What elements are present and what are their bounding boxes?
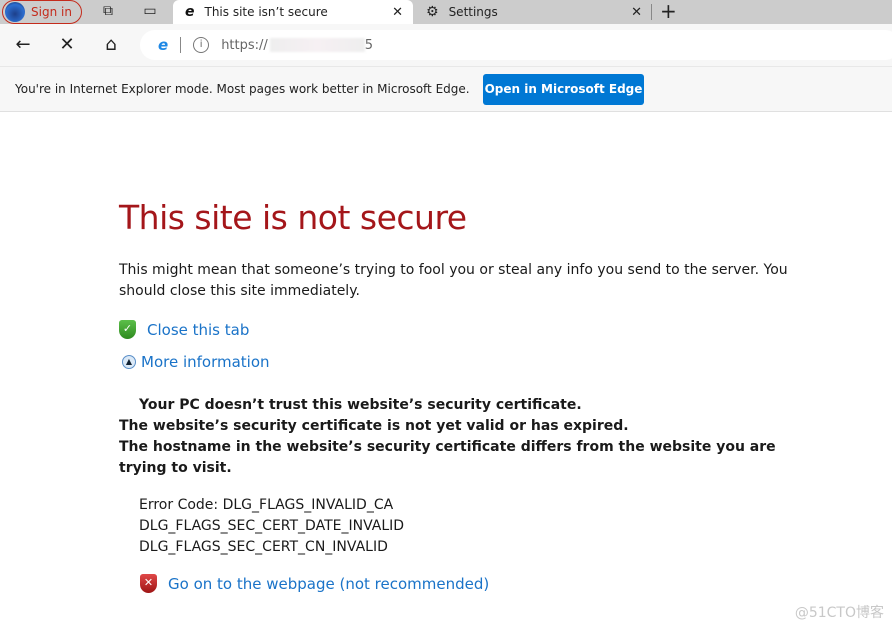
avatar — [5, 2, 25, 22]
description: This might mean that someone’s trying to… — [119, 262, 788, 299]
red-shield-x-icon: ✕ — [140, 574, 157, 593]
close-tab-link[interactable]: ✓ Close this tab — [119, 320, 819, 339]
open-in-edge-button[interactable]: Open in Microsoft Edge — [483, 74, 644, 105]
watermark: @51CTO博客 — [794, 605, 884, 621]
ie-icon: e — [185, 4, 195, 20]
more-information-label: More information — [141, 353, 270, 371]
error-code: DLG_FLAGS_SEC_CERT_CN_INVALID — [139, 539, 388, 555]
tab-active[interactable]: e This site isn’t secure ✕ — [173, 0, 413, 24]
more-information-link[interactable]: ▲ More information — [122, 353, 819, 371]
tab-title: This site isn’t secure — [204, 5, 328, 19]
tab-actions-icon[interactable]: ▭ — [141, 3, 159, 21]
new-tab-button[interactable]: + — [660, 0, 677, 22]
collapse-arrow-icon: ▲ — [122, 355, 136, 369]
divider — [651, 4, 652, 20]
error-page: This site is not secure This might mean … — [119, 196, 819, 593]
url-redacted — [269, 38, 365, 52]
collections-icon[interactable]: ⧉ — [99, 3, 117, 21]
green-shield-check-icon: ✓ — [119, 320, 136, 339]
ie-mode-icon[interactable]: e — [158, 36, 168, 54]
address-bar[interactable]: e i https:// 5 — [140, 30, 892, 60]
error-code: DLG_FLAGS_SEC_CERT_DATE_INVALID — [139, 518, 405, 534]
gear-icon: ⚙ — [426, 4, 439, 20]
detail-line: The hostname in the website’s security c… — [119, 439, 776, 476]
divider — [180, 37, 182, 53]
close-tab-label: Close this tab — [147, 320, 250, 339]
close-tab-icon[interactable]: ✕ — [392, 5, 403, 20]
infobar-message: You're in Internet Explorer mode. Most p… — [15, 82, 470, 96]
toolbar: ← ✕ ⌂ e i https:// 5 — [0, 24, 892, 66]
detail-line: The website’s security certificate is no… — [119, 418, 629, 434]
go-on-link[interactable]: ✕ Go on to the webpage (not recommended) — [140, 574, 819, 593]
close-tab-icon[interactable]: ✕ — [631, 5, 642, 20]
page-title: This site is not secure — [119, 198, 467, 237]
home-icon[interactable]: ⌂ — [100, 34, 122, 56]
ie-mode-infobar: You're in Internet Explorer mode. Most p… — [0, 66, 892, 112]
go-on-label: Go on to the webpage (not recommended) — [168, 574, 490, 593]
tab-title: Settings — [448, 5, 498, 19]
detail-line: Your PC doesn’t trust this website’s sec… — [139, 397, 582, 413]
tab-settings[interactable]: ⚙ Settings ✕ — [414, 0, 652, 24]
info-icon[interactable]: i — [193, 37, 210, 53]
url-prefix: https:// — [221, 37, 268, 53]
error-code: Error Code: DLG_FLAGS_INVALID_CA — [139, 497, 394, 513]
sign-in-label: Sign in — [31, 5, 72, 19]
back-icon[interactable]: ← — [12, 34, 34, 56]
stop-icon[interactable]: ✕ — [56, 34, 78, 56]
tab-bar: Sign in ⧉ ▭ e This site isn’t secure ✕ ⚙… — [0, 0, 892, 24]
url-suffix: 5 — [364, 37, 374, 53]
sign-in-button[interactable]: Sign in — [2, 0, 82, 24]
